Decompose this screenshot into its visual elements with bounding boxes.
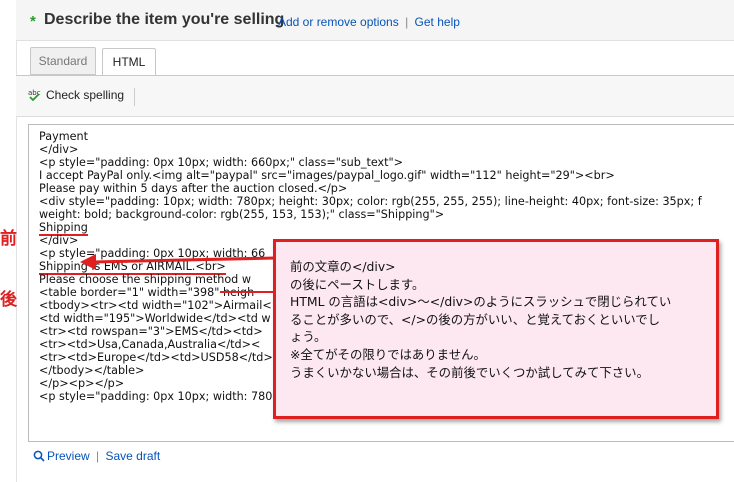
instruction-callout: 前の文章の</div> の後にペーストします。 HTML の言語は<div>～<… — [273, 239, 719, 419]
callout-line: うまくいかない場合は、その前後でいくつか試してみて下さい。 — [290, 364, 649, 380]
code-line: </tbody></table> — [39, 364, 145, 377]
svg-text:abc: abc — [28, 89, 41, 97]
check-spelling-label: Check spelling — [46, 88, 125, 102]
callout-line: の後にペーストします。 — [290, 276, 425, 292]
toolbar-divider — [134, 88, 135, 106]
callout-line: HTML の言語は<div>～</div>のようにスラッシュで閉じられてい — [290, 294, 672, 310]
code-line: </div> — [39, 143, 79, 156]
editor-footer-links: Preview | Save draft — [33, 449, 160, 463]
tab-standard[interactable]: Standard — [30, 47, 96, 75]
code-line: Please pay within 5 days after the aucti… — [39, 182, 348, 195]
after-label: 後 — [0, 290, 17, 310]
section-header: * Describe the item you're selling Add o… — [16, 0, 734, 41]
code-line: <tbody><tr><td width="102">Airmail< — [39, 299, 272, 312]
code-line: <td width="195">Worldwide</td><td w — [39, 312, 271, 325]
code-line-after-target: Shipping is EMS or AIRMAIL.<br> — [39, 260, 226, 275]
before-label: 前 — [0, 229, 17, 249]
section-title: Describe the item you're selling — [44, 11, 285, 28]
code-line: <p style="padding: 0px 10px; width: 66 — [39, 247, 266, 260]
code-line: Payment — [39, 130, 88, 143]
code-line: <tr><td>Usa,Canada,Australia</td>< — [39, 338, 261, 351]
code-line: Please choose the shipping method w — [39, 273, 251, 286]
callout-line: ※全てがその限りではありません。 — [290, 346, 486, 362]
code-line: I accept PayPal only.<img alt="paypal" s… — [39, 169, 615, 182]
check-spelling-button[interactable]: abc Check spelling — [28, 88, 124, 102]
add-remove-options-link[interactable]: Add or remove options — [278, 15, 399, 29]
callout-line: ょう。 — [290, 329, 327, 345]
footer-link-divider: | — [96, 449, 100, 463]
code-line: </div> — [39, 234, 79, 247]
magnifier-icon — [33, 450, 45, 462]
tab-html[interactable]: HTML — [102, 48, 156, 77]
required-marker: * — [30, 13, 36, 30]
preview-link[interactable]: Preview — [47, 449, 90, 463]
save-draft-link[interactable]: Save draft — [106, 449, 161, 463]
editor-toolbar: abc Check spelling — [16, 76, 734, 117]
callout-line: ることが多いので、</>の後の方がいい、と覚えておくといいでし — [290, 311, 661, 327]
get-help-link[interactable]: Get help — [415, 15, 460, 29]
code-line: </p><p></p> — [39, 377, 125, 390]
code-line: weight: bold; background-color: rgb(255,… — [39, 208, 445, 221]
code-line: <table border="1" width="398" heigh — [39, 286, 255, 299]
code-line: <tr><td>Europe</td><td>USD58</td> — [39, 351, 273, 364]
code-line: <div style="padding: 10px; width: 780px;… — [39, 195, 702, 208]
spellcheck-icon: abc — [28, 89, 41, 102]
code-line: <tr><td rowspan="3">EMS</td><td> — [39, 325, 263, 338]
callout-line: 前の文章の</div> — [290, 259, 396, 274]
code-line-before-target: Shipping — [39, 221, 88, 236]
code-line: <p style="padding: 0px 10px; width: 660p… — [39, 156, 404, 169]
header-link-divider: | — [405, 15, 409, 29]
header-links: Add or remove options | Get help — [278, 15, 460, 29]
